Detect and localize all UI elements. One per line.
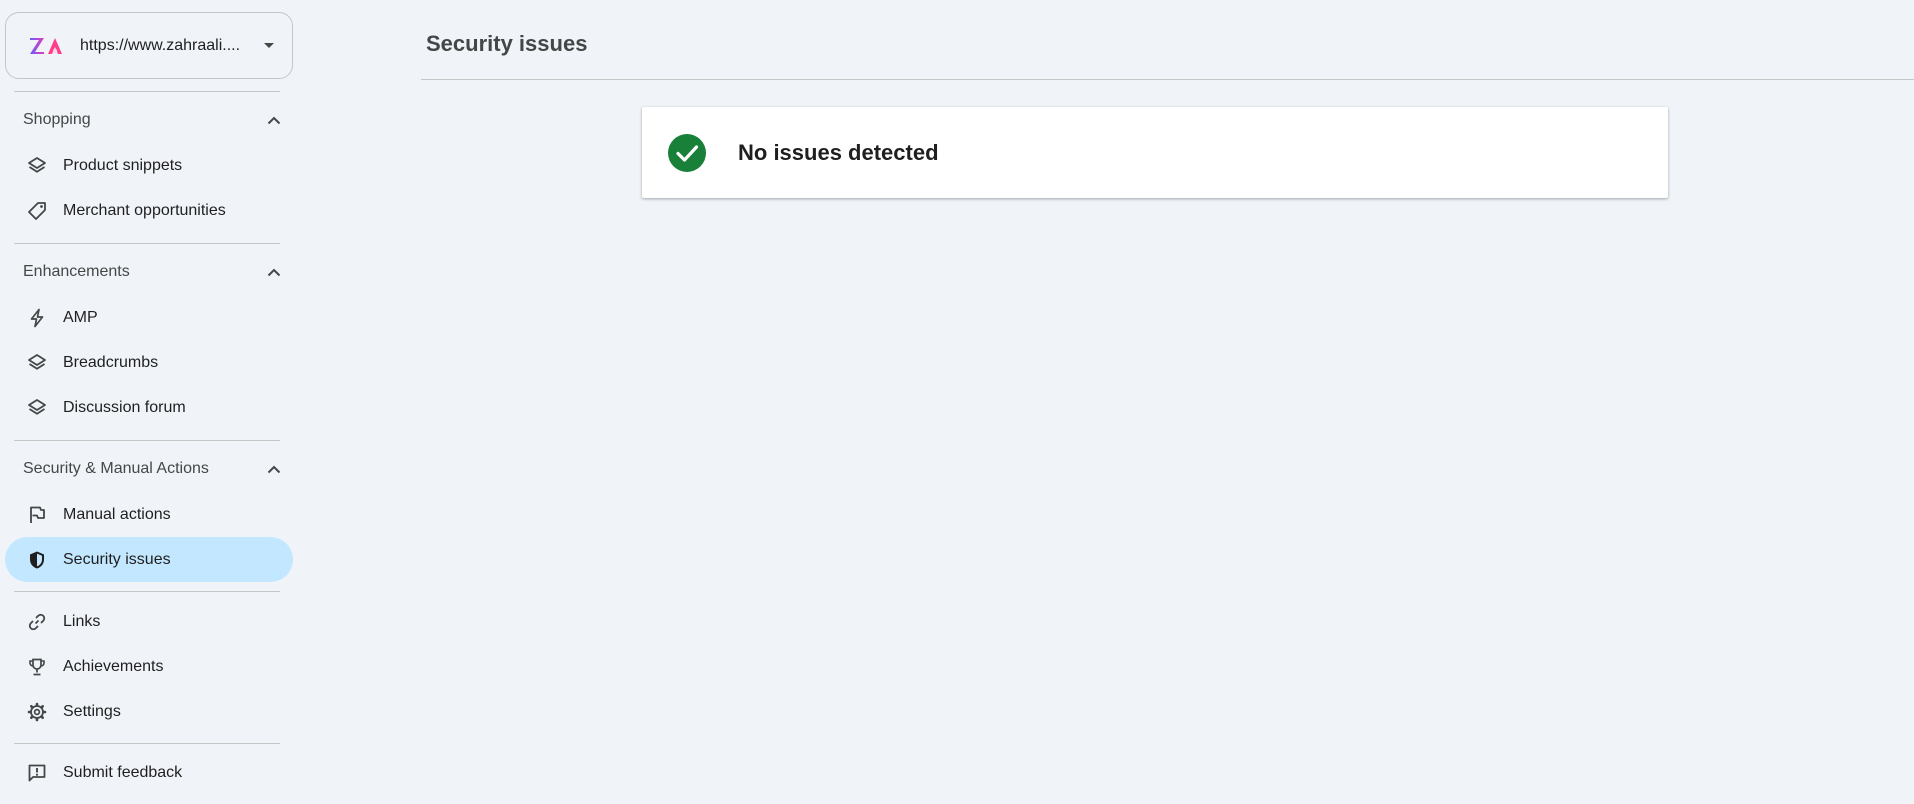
sidebar-item-links[interactable]: Links	[5, 599, 293, 644]
page-title: Security issues	[426, 31, 588, 56]
section-header-shopping[interactable]: Shopping	[0, 100, 296, 140]
divider	[14, 440, 280, 441]
divider	[14, 591, 280, 592]
bolt-icon	[26, 307, 48, 329]
za-logo-icon	[28, 33, 64, 59]
sidebar-item-label: Achievements	[63, 657, 164, 675]
sidebar-item-achievements[interactable]: Achievements	[5, 644, 293, 689]
sidebar-item-label: Links	[63, 612, 101, 630]
search-console-app: https://www.zahraali.... Shopping Produc…	[0, 0, 1914, 804]
layers-icon	[26, 352, 48, 374]
sidebar-item-label: Settings	[63, 702, 121, 720]
property-url: https://www.zahraali....	[80, 36, 241, 54]
section-title: Security & Manual Actions	[23, 460, 209, 477]
section-header-security-manual-actions[interactable]: Security & Manual Actions	[0, 449, 296, 489]
flag-icon	[26, 504, 48, 526]
sidebar-item-security-issues[interactable]: Security issues	[5, 537, 293, 582]
sidebar-item-submit-feedback[interactable]: Submit feedback	[5, 750, 293, 795]
main-content: Security issues No issues detected	[296, 0, 1914, 804]
trophy-icon	[26, 656, 48, 678]
sidebar-item-merchant-opportunities[interactable]: Merchant opportunities	[5, 188, 293, 233]
sidebar-item-label: Breadcrumbs	[63, 353, 159, 371]
sidebar-item-label: Submit feedback	[63, 763, 183, 781]
check-circle-icon	[668, 133, 706, 172]
shield-icon	[26, 549, 48, 571]
sidebar-item-label: Security issues	[63, 550, 171, 568]
divider	[421, 79, 1914, 80]
sidebar-item-settings[interactable]: Settings	[5, 689, 293, 734]
divider	[14, 243, 280, 244]
section-title: Shopping	[23, 111, 91, 128]
property-selector[interactable]: https://www.zahraali....	[5, 12, 293, 79]
sidebar-item-label: Merchant opportunities	[63, 201, 226, 219]
chevron-up-icon	[264, 459, 284, 479]
status-text: No issues detected	[738, 139, 939, 165]
section-title: Enhancements	[23, 263, 130, 280]
sidebar-item-label: Product snippets	[63, 156, 183, 174]
tag-icon	[26, 200, 48, 222]
sidebar-item-label: Manual actions	[63, 505, 171, 523]
sidebar-item-label: AMP	[63, 308, 98, 326]
sidebar: https://www.zahraali.... Shopping Produc…	[0, 0, 296, 804]
caret-down-icon	[264, 43, 274, 48]
chevron-up-icon	[264, 262, 284, 282]
feedback-icon	[26, 762, 48, 784]
divider	[14, 743, 280, 744]
sidebar-item-manual-actions[interactable]: Manual actions	[5, 492, 293, 537]
divider	[14, 91, 280, 92]
layers-icon	[26, 155, 48, 177]
sidebar-item-amp[interactable]: AMP	[5, 295, 293, 340]
chevron-up-icon	[264, 110, 284, 130]
sidebar-item-product-snippets[interactable]: Product snippets	[5, 143, 293, 188]
gear-icon	[26, 701, 48, 723]
link-icon	[26, 611, 48, 633]
sidebar-item-breadcrumbs[interactable]: Breadcrumbs	[5, 340, 293, 385]
layers-icon	[26, 397, 48, 419]
sidebar-item-discussion-forum[interactable]: Discussion forum	[5, 385, 293, 430]
section-header-enhancements[interactable]: Enhancements	[0, 252, 296, 292]
status-card: No issues detected	[642, 107, 1668, 198]
sidebar-item-label: Discussion forum	[63, 398, 186, 416]
